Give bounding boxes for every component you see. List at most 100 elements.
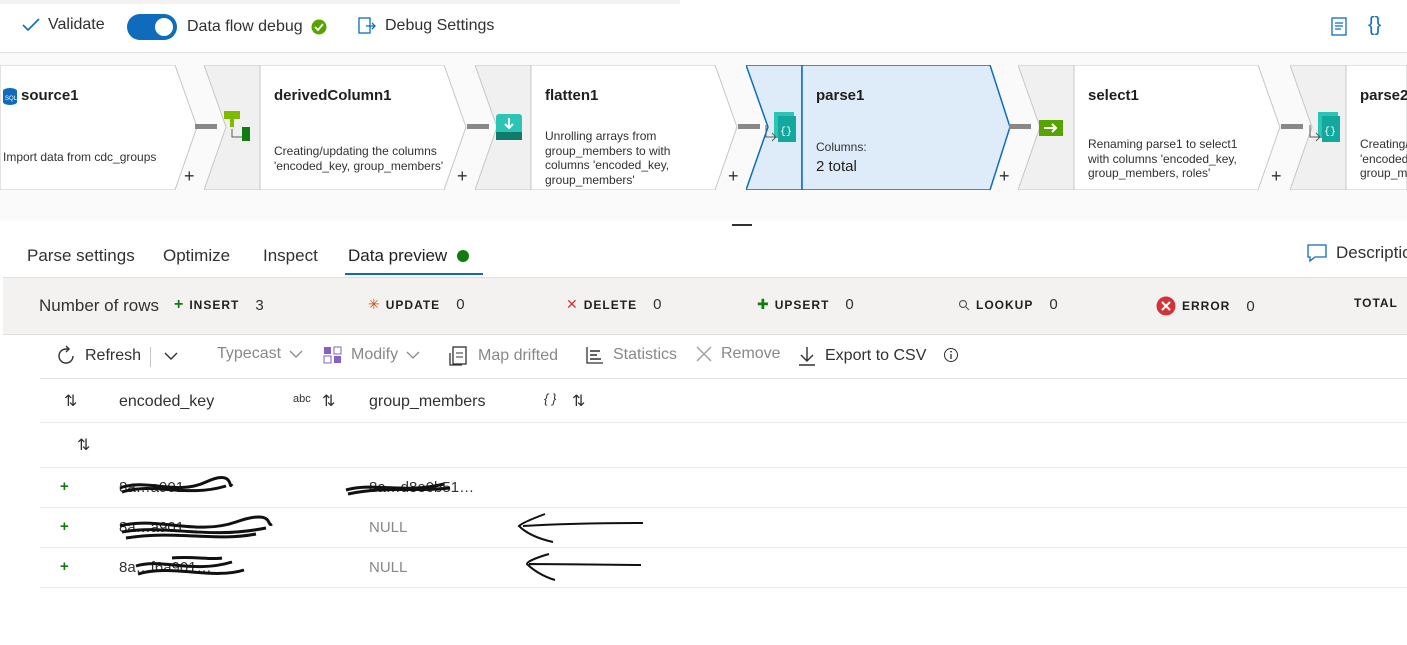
- description-label: Descriptio: [1336, 243, 1407, 262]
- derived-column-icon: [224, 111, 250, 141]
- node-title: parse1: [816, 87, 865, 104]
- refresh-icon: [58, 345, 74, 364]
- refresh-label: Refresh: [85, 347, 142, 364]
- svg-text:{}: {}: [780, 126, 792, 138]
- map-drifted-button[interactable]: Map drifted: [448, 345, 558, 367]
- sort-icon[interactable]: ⇅: [322, 391, 335, 411]
- node-flatten1[interactable]: flatten1 Unrolling arrays from group_memb…: [475, 65, 745, 190]
- row-stats-bar: Number of rows + INSERT 3 ✳ UPDATE 0 ✕ D…: [3, 277, 1407, 335]
- success-check-icon: [311, 19, 327, 35]
- node-title: source1: [21, 87, 79, 104]
- upsert-stat: ✚ UPSERT 0: [757, 296, 854, 313]
- node-description: Renaming parse1 to select1 with columns '…: [1088, 137, 1238, 180]
- table-row[interactable]: + 8a…a901… 8a…d8e0b51…: [40, 468, 1407, 508]
- table-row[interactable]: + 8a…a901… NULL: [40, 508, 1407, 548]
- cell-group-members[interactable]: NULL: [369, 519, 407, 536]
- modify-dropdown[interactable]: Modify: [323, 345, 420, 365]
- typecast-dropdown[interactable]: Typecast: [217, 345, 303, 363]
- insert-flag-icon: +: [60, 558, 69, 575]
- arrow-annotation: [517, 513, 644, 543]
- node-description: Import data from cdc_groups: [3, 150, 157, 164]
- node-parse1-selected[interactable]: {} parse1 Columns: 2 total +: [746, 65, 1016, 190]
- panel-tabs: Parse settings Optimize Inspect Data pre…: [0, 236, 1407, 276]
- status-dot: [457, 250, 470, 262]
- node-description: Creating/updating the columns'encoded_ke…: [274, 144, 444, 173]
- tab-parse-settings[interactable]: Parse settings: [27, 246, 135, 266]
- svg-text:{}: {}: [1324, 126, 1336, 138]
- refresh-button[interactable]: Refresh: [55, 345, 141, 367]
- export-csv-button[interactable]: Export to CSV: [797, 345, 926, 367]
- tab-inspect[interactable]: Inspect: [263, 246, 318, 266]
- tab-label: Data preview: [348, 246, 448, 265]
- script-icon[interactable]: [1328, 16, 1350, 38]
- svg-text:SQL: SQL: [5, 96, 18, 102]
- node-title: flatten1: [545, 87, 599, 104]
- debug-toggle-group: Data flow debug: [127, 14, 327, 40]
- code-braces-icon[interactable]: {}: [1368, 14, 1381, 37]
- panel-splitter[interactable]: [732, 224, 752, 226]
- chevron-down-icon[interactable]: [163, 350, 179, 362]
- cell-group-members[interactable]: NULL: [369, 559, 407, 576]
- sort-icon[interactable]: ⇅: [77, 435, 90, 455]
- tab-data-preview[interactable]: Data preview: [348, 246, 470, 266]
- node-parse2[interactable]: {} parse2 Creating/'encoded group_m: [1290, 65, 1407, 190]
- add-transform-button[interactable]: +: [728, 166, 739, 187]
- download-icon: [799, 347, 815, 366]
- checkmark-icon: [22, 18, 40, 32]
- insert-flag-icon: +: [60, 518, 69, 535]
- sort-icon[interactable]: ⇅: [572, 391, 585, 411]
- info-icon[interactable]: [943, 347, 959, 363]
- columns-total: 2 total: [816, 158, 857, 175]
- node-source1[interactable]: SQL source1 Import data from cdc_groups …: [0, 65, 200, 190]
- statistics-label: Statistics: [613, 346, 678, 363]
- top-toolbar: Validate Data flow debug Debug Settings …: [0, 0, 1407, 53]
- add-transform-button[interactable]: +: [1271, 166, 1282, 187]
- validate-button[interactable]: Validate: [22, 16, 105, 34]
- debug-settings-icon: [358, 17, 376, 34]
- column-header-group-members[interactable]: group_members: [369, 393, 486, 411]
- node-derivedcolumn1[interactable]: derivedColumn1 Creating/updating the col…: [204, 65, 474, 190]
- description-button[interactable]: Descriptio: [1306, 243, 1407, 263]
- statistics-button[interactable]: Statistics: [585, 345, 677, 365]
- error-stat: ERROR 0: [1156, 296, 1255, 316]
- node-title: derivedColumn1: [274, 87, 392, 104]
- lookup-stat: LOOKUP 0: [958, 296, 1058, 313]
- chevron-down-icon: [406, 351, 420, 359]
- sort-all-icon[interactable]: ⇅: [64, 391, 77, 411]
- top-divider: [0, 0, 680, 4]
- table-row[interactable]: + 8a…f6a901… NULL: [40, 548, 1407, 588]
- insert-icon: +: [174, 296, 184, 313]
- map-drifted-icon: [449, 346, 467, 366]
- arrow-annotation: [525, 553, 642, 581]
- object-type-icon: { }: [544, 391, 557, 406]
- debug-settings-label: Debug Settings: [385, 17, 495, 34]
- redaction-scribble: [135, 555, 245, 576]
- debug-label: Data flow debug: [187, 18, 303, 35]
- redaction-scribble: [119, 476, 234, 494]
- parse-icon: {}: [1309, 112, 1340, 142]
- parse-icon: {}: [765, 112, 796, 142]
- add-transform-button[interactable]: +: [184, 166, 195, 187]
- debug-toggle[interactable]: [127, 14, 177, 40]
- total-stat: TOTAL: [1354, 296, 1398, 310]
- add-transform-button[interactable]: +: [457, 166, 468, 187]
- insert-flag-icon: +: [60, 478, 69, 495]
- debug-settings-button[interactable]: Debug Settings: [357, 16, 494, 36]
- update-icon: ✳: [368, 296, 380, 312]
- add-transform-button[interactable]: +: [999, 166, 1010, 187]
- redaction-scribble: [119, 515, 273, 540]
- delete-stat: ✕ DELETE 0: [566, 296, 662, 313]
- comment-icon: [1307, 244, 1327, 263]
- delete-icon: ✕: [566, 296, 578, 312]
- export-csv-label: Export to CSV: [825, 347, 927, 364]
- remove-button[interactable]: Remove: [695, 345, 781, 363]
- update-stat: ✳ UPDATE 0: [368, 296, 465, 313]
- divider: [150, 347, 151, 367]
- tab-optimize[interactable]: Optimize: [163, 246, 230, 266]
- modify-label: Modify: [351, 346, 399, 363]
- node-select1[interactable]: select1 Renaming parse1 to select1 with c…: [1018, 65, 1288, 190]
- column-header-encoded-key[interactable]: encoded_key: [119, 393, 214, 411]
- header-row: ⇅ encoded_key abc ⇅ group_members { } ⇅: [40, 379, 1407, 423]
- filter-row: ⇅: [40, 423, 1407, 468]
- node-description: Columns:: [816, 140, 867, 154]
